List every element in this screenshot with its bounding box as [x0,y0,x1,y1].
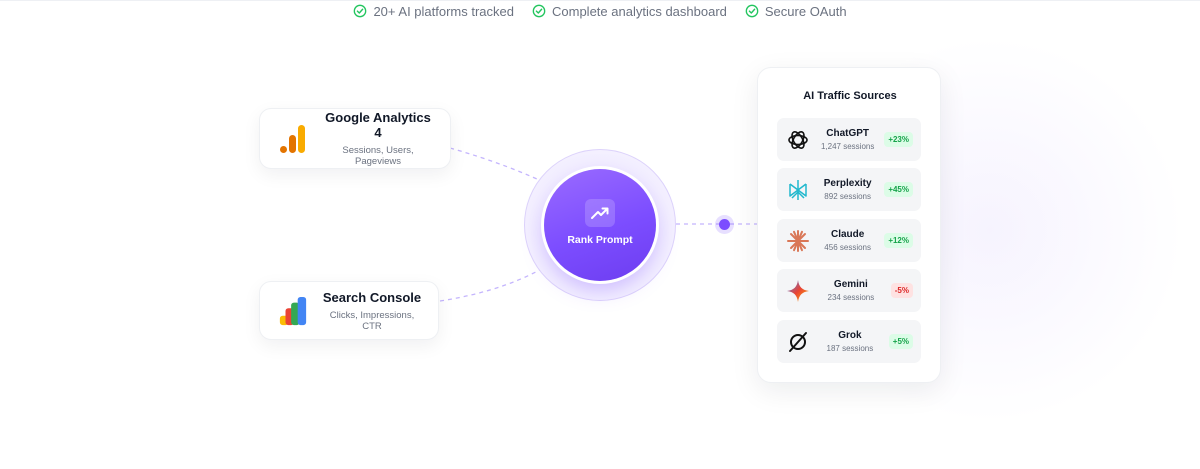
change-badge: -5% [890,283,913,298]
traffic-source-row: Gemini 234 sessions -5% [777,269,921,312]
source-name: Gemini [833,279,868,290]
source-sessions: 187 sessions [826,344,874,353]
rank-prompt-hub: Rank Prompt [544,169,656,281]
ga4-subtitle: Sessions, Users, Pageviews [342,145,414,167]
gsc-subtitle: Clicks, Impressions, CTR [329,309,415,332]
grok-icon [785,329,811,355]
chatgpt-icon [785,127,811,153]
source-name: Grok [838,330,862,341]
source-sessions: 1,247 sessions [820,142,875,151]
google-analytics-card: Google Analytics 4 Sessions, Users, Page… [259,108,451,169]
source-sessions: 892 sessions [824,192,871,201]
gsc-title: Search Console [322,289,422,305]
panel-title: AI Traffic Sources [803,90,897,102]
gemini-icon [785,278,811,304]
gsc-connector [439,261,554,302]
connector-dot [719,219,730,230]
trending-up-icon [585,198,615,227]
source-name: Perplexity [823,178,872,189]
ga4-title: Google Analytics 4 [325,110,431,140]
change-badge: +5% [888,334,913,349]
search-console-card: Search Console Clicks, Impressions, CTR [259,281,439,340]
traffic-source-row: Claude 456 sessions +12% [777,219,921,262]
hub-label: Rank Prompt [567,233,633,246]
change-badge: +12% [884,233,913,248]
google-analytics-icon [280,124,305,153]
claude-icon [785,228,811,254]
source-name: ChatGPT [826,128,870,139]
traffic-source-row: Perplexity 892 sessions +45% [777,168,921,211]
source-sessions: 234 sessions [827,293,875,302]
search-console-icon [279,296,307,325]
ai-traffic-panel: AI Traffic Sources ChatGPT 1,247 session… [757,67,941,383]
traffic-source-row: ChatGPT 1,247 sessions +23% [777,118,921,161]
traffic-source-row: Grok 187 sessions +5% [777,320,921,363]
perplexity-icon [785,177,811,203]
source-sessions: 456 sessions [824,243,871,252]
change-badge: +23% [884,132,913,147]
change-badge: +45% [884,182,913,197]
source-name: Claude [830,229,865,240]
